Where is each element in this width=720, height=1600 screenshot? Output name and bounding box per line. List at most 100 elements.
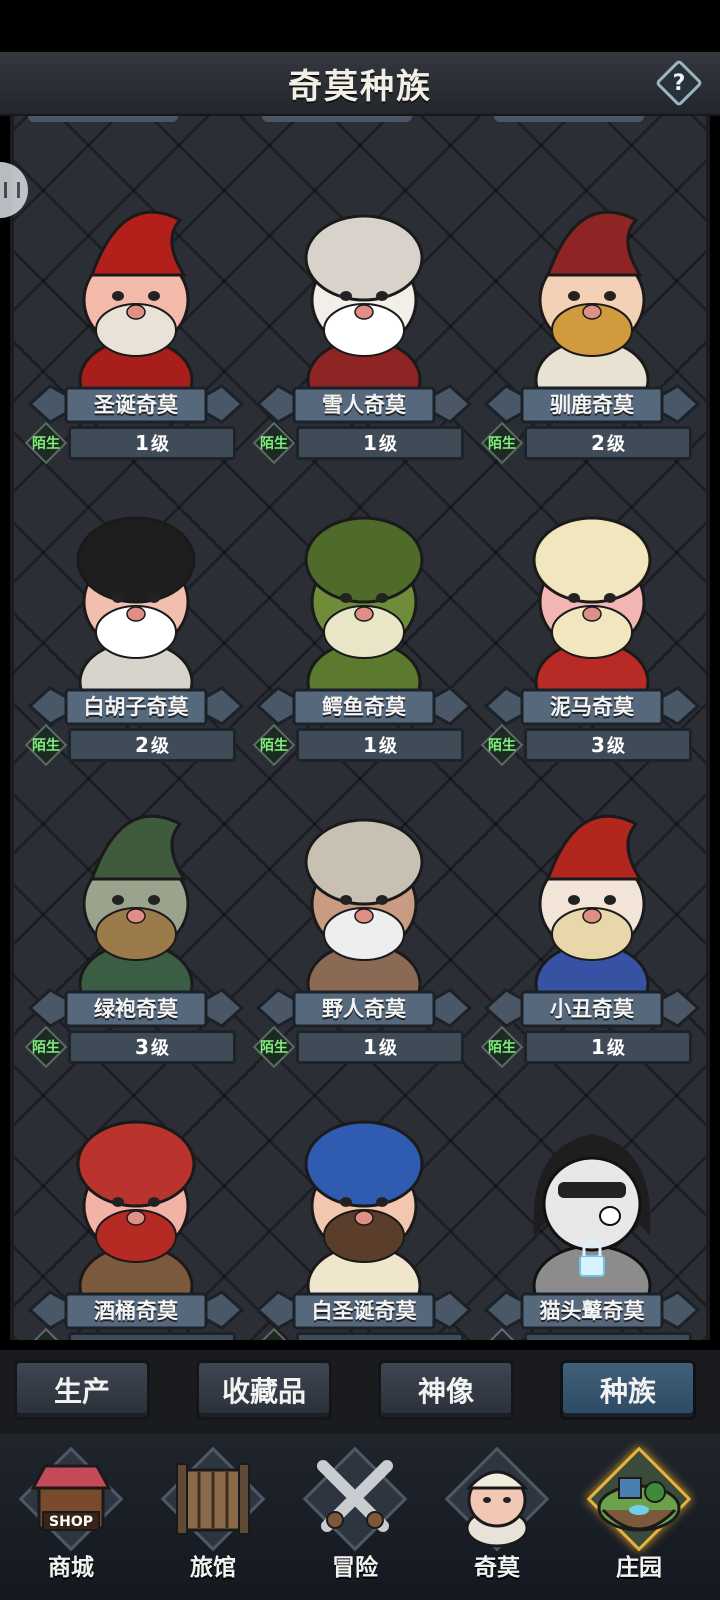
relationship-badge: 陌生 — [252, 421, 296, 465]
species-name: 泥马奇莫 — [550, 695, 634, 719]
nav-label: 奇莫 — [474, 1555, 520, 1581]
crossed-swords-icon — [305, 1448, 405, 1548]
nav-label: 商城 — [48, 1555, 94, 1581]
character-portrait — [290, 1086, 438, 1328]
nav-inn[interactable]: 旅馆 — [148, 1444, 278, 1594]
relationship-text: 陌生 — [32, 1339, 60, 1340]
level-number: 1 — [363, 733, 377, 757]
relationship-badge: 陌生 — [252, 723, 296, 767]
level-number: 2 — [591, 431, 605, 455]
species-name: 酒桶奇莫 — [94, 1299, 178, 1323]
title-bar: 奇莫种族 ? — [0, 52, 720, 116]
character-portrait — [290, 784, 438, 1026]
species-name: 绿袍奇莫 — [94, 997, 178, 1021]
level-unit: 级 — [150, 1038, 169, 1059]
character-portrait — [62, 1086, 210, 1328]
level-box: 3级 — [68, 1030, 236, 1064]
level-box: 1级 — [296, 1332, 464, 1340]
character-portrait — [290, 180, 438, 422]
relationship-badge: 陌生 — [252, 1327, 296, 1340]
relationship-text: 陌生 — [260, 1040, 288, 1056]
nav-adventure[interactable]: 冒险 — [290, 1444, 420, 1594]
level-unit: 级 — [379, 1336, 397, 1340]
level-unit: 级 — [378, 1038, 397, 1059]
species-card[interactable]: 白圣诞奇莫陌生 1级 — [250, 1062, 478, 1340]
species-name: 驯鹿奇莫 — [550, 393, 634, 417]
relationship-badge: 未知 — [480, 1327, 524, 1340]
species-card[interactable]: 雪人奇莫 陌生 1 级 — [250, 156, 478, 465]
nav-kimo[interactable]: 奇莫 — [432, 1444, 562, 1594]
relationship-badge: 陌生 — [24, 723, 68, 767]
shop-icon: SHOP — [21, 1448, 121, 1548]
species-name: 鳄鱼奇莫 — [322, 695, 406, 719]
character-portrait — [62, 784, 210, 1026]
level-number: 0 — [591, 1337, 605, 1340]
name-plate: 野人奇莫 — [256, 986, 472, 1030]
name-plate: 猫头鼙奇莫 — [484, 1288, 700, 1332]
level-number: 1 — [363, 431, 377, 455]
relationship-badge: 陌生 — [24, 421, 68, 465]
shop-sign-text: SHOP — [49, 1514, 93, 1530]
species-card[interactable]: 绿袍奇莫 陌生 3 级 — [22, 760, 250, 1069]
character-portrait — [290, 482, 438, 724]
level-box: 1级 — [524, 1030, 692, 1064]
name-plate: 泥马奇莫 — [484, 684, 700, 728]
level-number: 3 — [135, 1035, 149, 1059]
species-card[interactable]: 驯鹿奇莫 陌生 2 级 — [478, 156, 706, 465]
character-portrait — [518, 180, 666, 422]
species-name: 圣诞奇莫 — [94, 393, 178, 417]
nav-label: 旅馆 — [190, 1555, 236, 1581]
level-number: 1 — [135, 1337, 149, 1340]
relationship-badge: 陌生 — [24, 1025, 68, 1069]
nav-manor[interactable]: 庄园 — [574, 1444, 704, 1594]
level-number: 3 — [591, 733, 605, 757]
tab-production[interactable]: 生产 — [14, 1360, 150, 1420]
species-card[interactable]: 白胡子奇莫 陌生 2 级 — [22, 458, 250, 767]
species-card[interactable]: 酒桶奇莫陌生 1级 — [22, 1062, 250, 1340]
relationship-text: 未知 — [488, 1339, 516, 1340]
level-unit: 级 — [607, 1336, 625, 1340]
name-plate: 白胡子奇莫 — [28, 684, 244, 728]
level-box: 3级 — [524, 728, 692, 762]
manor-island-icon — [589, 1448, 689, 1548]
species-card[interactable]: 圣诞奇莫陌生 1 级 — [22, 156, 250, 465]
tab-collectibles[interactable]: 收藏品 — [196, 1360, 332, 1420]
species-card[interactable]: 野人奇莫 陌生 1 级 — [250, 760, 478, 1069]
help-button[interactable]: ? — [654, 58, 704, 108]
kimo-creature-icon — [447, 1448, 547, 1548]
relationship-text: 陌生 — [488, 436, 516, 452]
name-plate: 酒桶奇莫 — [28, 1288, 244, 1332]
name-plate: 小丑奇莫 — [484, 986, 700, 1030]
inn-gate-icon — [163, 1448, 263, 1548]
level-unit: 级 — [606, 736, 625, 757]
level-unit: 级 — [378, 434, 397, 455]
species-card[interactable]: 小丑奇莫陌生 1 级 — [478, 760, 706, 1069]
tab-statues[interactable]: 神像 — [378, 1360, 514, 1420]
nav-shop[interactable]: SHOP 商城 — [6, 1444, 136, 1594]
relationship-text: 陌生 — [32, 436, 60, 452]
relationship-badge: 陌生 — [480, 421, 524, 465]
name-plate: 白圣诞奇莫 — [256, 1288, 472, 1332]
species-grid[interactable]: 圣诞奇莫 陌生 1 级 雪人奇莫 陌生 1 级 驯鹿奇莫 陌生 2 级 白胡子奇莫 陌生 2 级 — [10, 116, 710, 1340]
level-number: 1 — [363, 1337, 377, 1340]
level-unit: 级 — [150, 736, 169, 757]
category-tabs: 生产 收藏品 神像 种族 — [0, 1350, 720, 1434]
name-plate: 鳄鱼奇莫 — [256, 684, 472, 728]
level-box: 1级 — [296, 426, 464, 460]
species-name: 白圣诞奇莫 — [311, 1299, 417, 1323]
relationship-text: 陌生 — [260, 1339, 288, 1340]
name-plate: 圣诞奇莫 — [28, 382, 244, 426]
tab-species[interactable]: 种族 — [560, 1360, 696, 1420]
species-name: 雪人奇莫 — [322, 393, 406, 417]
relationship-text: 陌生 — [488, 1040, 516, 1056]
species-card[interactable]: 泥马奇莫陌生 3 级 — [478, 458, 706, 767]
species-card[interactable]: 鳄鱼奇莫 陌生 1 级 — [250, 458, 478, 767]
level-number: 1 — [135, 431, 149, 455]
level-number: 1 — [591, 1035, 605, 1059]
species-card[interactable]: 猫头鼙奇莫未知 0级 — [478, 1062, 706, 1340]
relationship-text: 陌生 — [488, 738, 516, 754]
character-portrait — [62, 180, 210, 422]
name-plate: 绿袍奇莫 — [28, 986, 244, 1030]
level-box: 1级 — [68, 426, 236, 460]
level-box: 2级 — [68, 728, 236, 762]
